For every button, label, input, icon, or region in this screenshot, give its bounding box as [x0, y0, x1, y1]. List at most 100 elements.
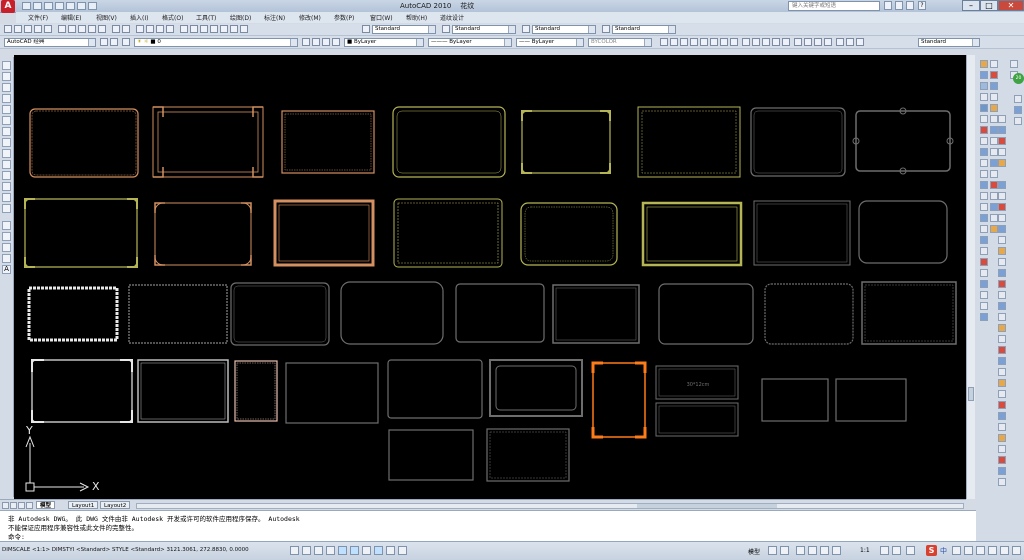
ime-moon-icon[interactable]: [952, 546, 961, 555]
ucs-x-icon[interactable]: [998, 335, 1006, 343]
quick-view-drawings-icon[interactable]: [780, 546, 789, 555]
clip-viewport-icon[interactable]: [998, 423, 1006, 431]
ime-user-icon[interactable]: [988, 546, 997, 555]
block-editor-icon[interactable]: [98, 25, 106, 33]
dim-space-icon[interactable]: [772, 38, 780, 46]
frame-r2-2[interactable]: [154, 202, 252, 266]
horizontal-scrollbar[interactable]: [136, 503, 964, 509]
table-style-select[interactable]: Standard: [532, 25, 596, 34]
frame-r2-8[interactable]: [858, 200, 948, 264]
jogged-linear-icon[interactable]: [824, 38, 832, 46]
tool-palettes-icon[interactable]: [200, 25, 208, 33]
center-mark-icon[interactable]: [804, 38, 812, 46]
color-select[interactable]: ■ ByLayer: [344, 38, 424, 47]
ime-chinese-icon[interactable]: 中: [940, 546, 947, 556]
properties-icon[interactable]: [180, 25, 188, 33]
pan-right-icon[interactable]: [1010, 60, 1018, 68]
command-window[interactable]: 非 Autodesk DWG。 此 DWG 文件由非 Autodesk 开发或许…: [0, 510, 976, 542]
dim-style-select[interactable]: Standard: [452, 25, 516, 34]
materials-icon[interactable]: [998, 203, 1006, 211]
linetype-select[interactable]: ——— ByLayer: [428, 38, 512, 47]
extend-icon[interactable]: [980, 170, 988, 178]
workspace-select[interactable]: AutoCAD 经典: [4, 38, 96, 47]
text-style-select[interactable]: Standard: [372, 25, 436, 34]
frame-r3-7[interactable]: [658, 283, 754, 345]
quick-view-layouts-icon[interactable]: [768, 546, 777, 555]
dim-continue-icon[interactable]: [762, 38, 770, 46]
frame-r4-6[interactable]: [489, 359, 583, 417]
frame-r1-4[interactable]: [392, 106, 506, 178]
snap-center-icon[interactable]: [990, 104, 998, 112]
trim-icon[interactable]: [980, 159, 988, 167]
new-icon[interactable]: [4, 25, 12, 33]
circle-icon[interactable]: [2, 127, 11, 136]
text-icon[interactable]: [998, 434, 1006, 442]
copy-icon[interactable]: [68, 25, 76, 33]
auto-scale-icon[interactable]: [892, 546, 901, 555]
frame-r4-4[interactable]: [285, 362, 379, 424]
snap-none-icon[interactable]: [990, 192, 998, 200]
redo-icon[interactable]: [77, 2, 86, 10]
text-scale-icon[interactable]: [998, 467, 1006, 475]
network-status-icon[interactable]: 20: [1013, 73, 1024, 84]
make-block-icon[interactable]: [2, 193, 11, 202]
menu-parametric[interactable]: 参数(P): [334, 13, 354, 22]
menu-dimension[interactable]: 标注(N): [264, 13, 285, 22]
copy-object-icon[interactable]: [980, 71, 988, 79]
dim-baseline-icon[interactable]: [752, 38, 760, 46]
layer-freeze-icon[interactable]: [322, 38, 330, 46]
snap-nearest-icon[interactable]: [990, 181, 998, 189]
frame-r2-6[interactable]: [641, 201, 743, 267]
menu-pattern-design[interactable]: 道纹设计: [440, 13, 464, 22]
qopen-icon[interactable]: [33, 2, 42, 10]
undo-icon[interactable]: [66, 2, 75, 10]
mleader-style-select[interactable]: Standard: [612, 25, 676, 34]
menu-modify[interactable]: 修改(M): [299, 13, 321, 22]
frame-r4-8[interactable]: 30*12cm: [655, 365, 739, 400]
command-prompt[interactable]: 命令:: [8, 531, 25, 541]
help-icon[interactable]: [240, 25, 248, 33]
frame-r1-7[interactable]: [750, 107, 846, 177]
chamfer-icon[interactable]: [980, 203, 988, 211]
menu-insert[interactable]: 插入(I): [130, 13, 148, 22]
object-snap-toggle-icon[interactable]: [338, 546, 347, 555]
dim-update-icon[interactable]: [856, 38, 864, 46]
ucs-z-icon[interactable]: [998, 357, 1006, 365]
minimize-button[interactable]: –: [962, 0, 980, 11]
last-tab-icon[interactable]: [26, 502, 33, 509]
snap-node-icon[interactable]: [990, 170, 998, 178]
ime-punct-icon[interactable]: [964, 546, 973, 555]
frame-r1-5[interactable]: [521, 110, 611, 174]
mleader-style-icon[interactable]: [602, 25, 610, 33]
frame-r4-11[interactable]: [835, 378, 907, 422]
fillet-icon[interactable]: [980, 214, 988, 222]
tab-layout1[interactable]: Layout1: [68, 501, 99, 509]
quick-dim-icon[interactable]: [742, 38, 750, 46]
toolbar-extra-icon[interactable]: [1014, 95, 1022, 103]
model-space-label[interactable]: 模型: [748, 547, 760, 556]
steering-wheel-icon[interactable]: [820, 546, 829, 555]
snap-intersection-icon[interactable]: [990, 93, 998, 101]
match-properties-icon[interactable]: [88, 25, 96, 33]
pan-icon[interactable]: [136, 25, 144, 33]
frame-r3-2[interactable]: [128, 284, 228, 344]
dim-style-icon[interactable]: [442, 25, 450, 33]
list-icon[interactable]: [998, 137, 1006, 145]
layer-manager-icon[interactable]: [122, 38, 130, 46]
area-icon[interactable]: [998, 126, 1006, 134]
find-text-icon[interactable]: [998, 445, 1006, 453]
spell-check-icon[interactable]: [998, 456, 1006, 464]
id-point-icon[interactable]: [998, 148, 1006, 156]
frame-r2-4[interactable]: [393, 198, 503, 268]
ucs-apply-icon[interactable]: [998, 368, 1006, 376]
quickcalc-icon[interactable]: [230, 25, 238, 33]
frame-r3-3[interactable]: [230, 282, 330, 346]
maximize-button[interactable]: □: [980, 0, 998, 11]
frame-r4-7[interactable]: [591, 361, 647, 439]
table-style-icon[interactable]: [522, 25, 530, 33]
dim-ordinate-icon[interactable]: [690, 38, 698, 46]
frame-r3-6[interactable]: [552, 284, 640, 344]
spline-icon[interactable]: [2, 149, 11, 158]
quick-properties-icon[interactable]: [398, 546, 407, 555]
frame-r2-1[interactable]: [24, 198, 138, 268]
